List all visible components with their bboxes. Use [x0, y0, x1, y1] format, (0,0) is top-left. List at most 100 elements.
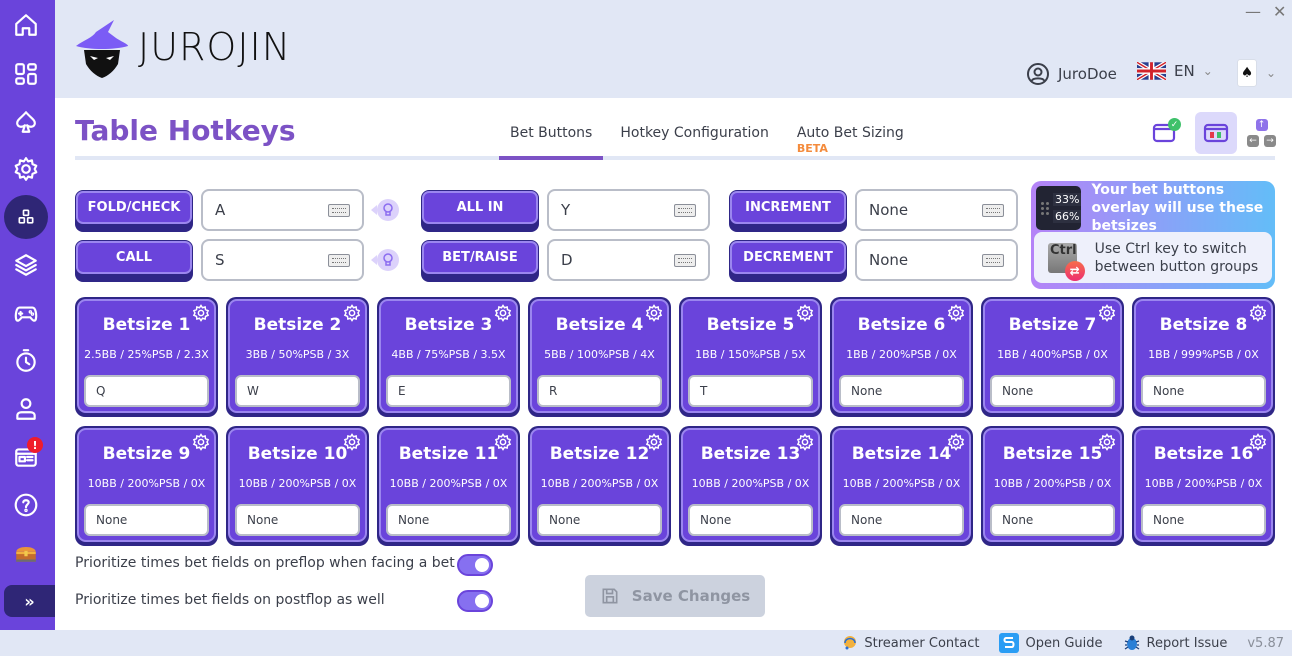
toggle-preflop-switch[interactable]: [457, 554, 493, 576]
betsize-card-body: Betsize 10 10BB / 200%PSB / 0X None: [228, 428, 367, 542]
drag-handle-icon: [1041, 201, 1049, 215]
betsize-title: Betsize 16: [1153, 444, 1254, 464]
betsize-values: 10BB / 200%PSB / 0X: [389, 477, 508, 490]
toggle-postflop-switch[interactable]: [457, 590, 493, 612]
sidebar-item-layers[interactable]: [4, 243, 48, 287]
betsize-key-input[interactable]: None: [839, 375, 964, 407]
arrow-right-icon[interactable]: →: [1264, 135, 1276, 147]
tab-bet-buttons[interactable]: Bet Buttons: [498, 125, 604, 160]
headset-icon: [844, 636, 857, 650]
call-key-input[interactable]: S: [201, 239, 364, 281]
betsize-card-body: Betsize 15 10BB / 200%PSB / 0X None: [983, 428, 1122, 542]
bet-raise-key-input[interactable]: D: [547, 239, 710, 281]
user-icon: [16, 398, 36, 420]
sidebar-item-dashboard[interactable]: [4, 52, 48, 96]
toggle-preflop-label: Prioritize times bet fields on preflop w…: [75, 555, 455, 571]
fold-check-key-input[interactable]: A: [201, 189, 364, 231]
window-view-button[interactable]: ✓: [1143, 112, 1185, 154]
betsize-key-input[interactable]: W: [235, 375, 360, 407]
betsize-key-input[interactable]: Q: [84, 375, 209, 407]
tab-label: Bet Buttons: [510, 125, 593, 141]
betsize-key-input[interactable]: None: [537, 504, 662, 536]
streamer-contact-link[interactable]: Streamer Contact: [842, 635, 979, 651]
all-in-button[interactable]: ALL IN: [421, 190, 539, 232]
bet-raise-button[interactable]: BET/RAISE: [421, 240, 539, 282]
close-button[interactable]: ✕: [1273, 2, 1286, 21]
lightbulb-tip-icon[interactable]: [371, 199, 399, 221]
button-label: DECREMENT: [730, 241, 846, 274]
betsize-title: Betsize 12: [549, 444, 650, 464]
save-changes-button[interactable]: Save Changes: [585, 575, 765, 617]
betsize-key-input[interactable]: None: [84, 504, 209, 536]
user-menu[interactable]: JuroDoe: [1026, 62, 1117, 86]
decrement-key-input[interactable]: None: [855, 239, 1018, 281]
betsize-card: Betsize 7 1BB / 400%PSB / 0X None: [981, 297, 1124, 417]
betsize-key-input[interactable]: None: [1141, 504, 1266, 536]
betsize-title: Betsize 15: [1002, 444, 1103, 464]
sidebar-expand-button[interactable]: »: [4, 585, 55, 617]
overlay-view-button[interactable]: [1195, 112, 1237, 154]
open-guide-link[interactable]: Open Guide: [999, 633, 1103, 653]
sidebar-item-help[interactable]: [4, 483, 48, 527]
sidebar-item-settings[interactable]: [4, 147, 48, 191]
betsize-title: Betsize 3: [404, 315, 493, 335]
betsize-card: Betsize 11 10BB / 200%PSB / 0X None: [377, 426, 520, 546]
page-title: Table Hotkeys: [75, 114, 296, 147]
report-issue-link[interactable]: Report Issue: [1123, 634, 1227, 652]
arrow-left-icon[interactable]: ←: [1247, 135, 1259, 147]
language-selector[interactable]: EN ⌄: [1137, 62, 1213, 80]
decrement-button[interactable]: DECREMENT: [729, 240, 847, 282]
sidebar-item-profile[interactable]: [4, 387, 48, 431]
betsize-key-input[interactable]: None: [990, 504, 1115, 536]
betsize-card: Betsize 15 10BB / 200%PSB / 0X None: [981, 426, 1124, 546]
spade-icon: [16, 111, 36, 133]
card-style-selector[interactable]: ♠ ⌄: [1238, 60, 1276, 86]
betsize-values: 4BB / 75%PSB / 3.5X: [391, 348, 506, 361]
betsize-key-input[interactable]: None: [688, 504, 813, 536]
toggle-postflop-label: Prioritize times bet fields on postflop …: [75, 592, 385, 608]
increment-key-input[interactable]: None: [855, 189, 1018, 231]
keyboard-icon: [982, 253, 1004, 267]
gear-icon: [14, 157, 38, 181]
betsize-title: Betsize 1: [102, 315, 191, 335]
tab-hotkey-configuration[interactable]: Hotkey Configuration: [620, 125, 768, 153]
betsize-key-input[interactable]: None: [235, 504, 360, 536]
increment-button[interactable]: INCREMENT: [729, 190, 847, 232]
tab-auto-bet-sizing[interactable]: Auto Bet Sizing BETA: [797, 125, 904, 155]
betsize-values: 10BB / 200%PSB / 0X: [87, 477, 206, 490]
betsize-card-body: Betsize 12 10BB / 200%PSB / 0X None: [530, 428, 669, 542]
key-value: A: [215, 201, 226, 219]
save-disk-icon: [602, 588, 618, 604]
minimize-button[interactable]: —: [1245, 2, 1261, 21]
key-value: D: [561, 251, 573, 269]
button-label: FOLD/CHECK: [76, 191, 192, 224]
lightbulb-tip-icon[interactable]: [371, 249, 399, 271]
fold-check-button[interactable]: FOLD/CHECK: [75, 190, 193, 232]
sidebar-item-poker[interactable]: [4, 100, 48, 144]
betsize-key-input[interactable]: T: [688, 375, 813, 407]
sidebar-item-timer[interactable]: [4, 339, 48, 383]
betsize-key-input[interactable]: None: [1141, 375, 1266, 407]
all-in-key-input[interactable]: Y: [547, 189, 710, 231]
button-label: INCREMENT: [730, 191, 846, 224]
sidebar-item-news[interactable]: !: [4, 435, 48, 479]
sidebar-item-home[interactable]: [4, 3, 48, 47]
app-logo: JUROJIN: [74, 16, 291, 78]
betsize-key-input[interactable]: None: [839, 504, 964, 536]
hotkeys-icon: [18, 209, 34, 224]
call-button[interactable]: CALL: [75, 240, 193, 282]
help-icon: [14, 493, 38, 517]
sidebar-item-games[interactable]: [4, 291, 48, 335]
arrow-up-icon[interactable]: ↑: [1255, 119, 1268, 131]
betsize-title: Betsize 13: [700, 444, 801, 464]
sidebar-item-table-hotkeys[interactable]: [4, 195, 48, 239]
betsize-key-input[interactable]: R: [537, 375, 662, 407]
check-icon: ✓: [1168, 118, 1181, 131]
app-version: v5.87: [1247, 635, 1284, 651]
sidebar-item-rewards[interactable]: [4, 531, 48, 575]
betsize-key-input[interactable]: None: [386, 504, 511, 536]
betsize-key-input[interactable]: None: [990, 375, 1115, 407]
info-panel: 33% 66% Your bet buttons overlay will us…: [1031, 181, 1275, 289]
stopwatch-icon: [16, 349, 36, 372]
betsize-key-input[interactable]: E: [386, 375, 511, 407]
